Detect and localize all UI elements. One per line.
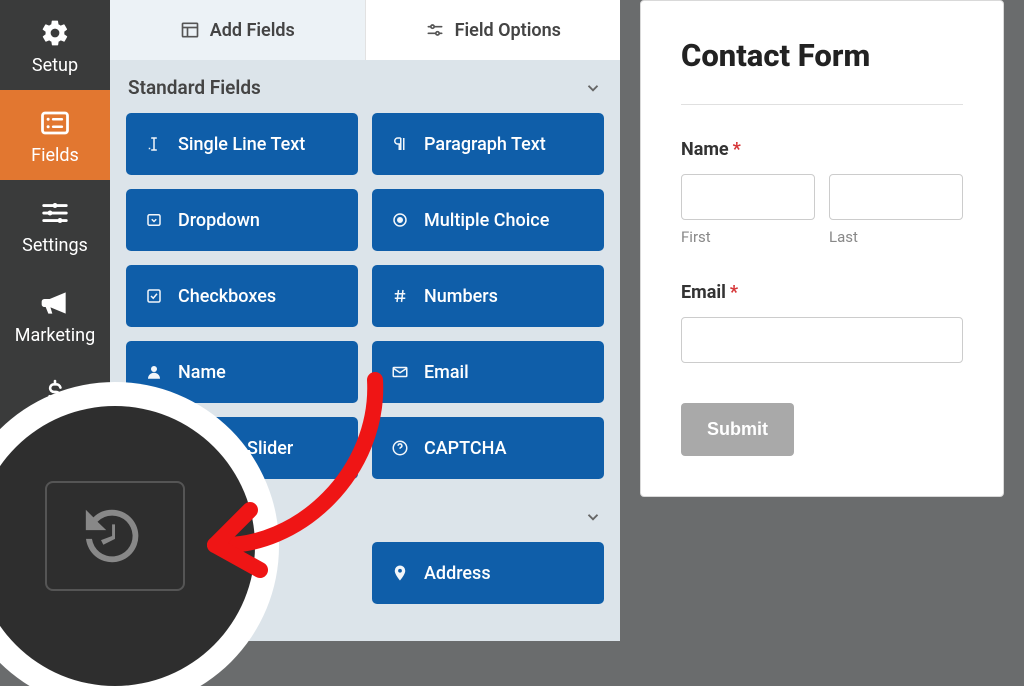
map-pin-icon [390,563,410,583]
hash-icon [390,286,410,306]
field-email[interactable]: Email [372,341,604,403]
field-label: Name [178,362,226,383]
required-mark: * [730,282,738,303]
field-label: Multiple Choice [424,210,549,231]
submit-button[interactable]: Submit [681,403,794,456]
sidebar-item-marketing[interactable]: Marketing [0,270,110,360]
field-label: Address [424,563,491,584]
field-multiple-choice[interactable]: Multiple Choice [372,189,604,251]
sidebar-item-setup[interactable]: Setup [0,0,110,90]
required-mark: * [733,139,741,160]
section-title: Standard Fields [128,76,261,99]
tab-label: Add Fields [210,20,295,41]
panel-tabs: Add Fields Field Options [110,0,620,60]
email-label: Email* [681,282,963,303]
tab-add-fields[interactable]: Add Fields [110,0,366,60]
sidebar-item-label: Marketing [15,325,95,346]
tab-label: Field Options [455,20,561,41]
email-input[interactable] [681,317,963,363]
field-address[interactable]: Address [372,542,604,604]
chevron-down-icon [584,508,602,526]
checkbox-icon [144,286,164,306]
text-cursor-icon [144,134,164,154]
megaphone-icon [39,287,71,319]
question-circle-icon [390,438,410,458]
field-checkboxes[interactable]: Checkboxes [126,265,358,327]
sidebar-item-label: Settings [22,235,88,256]
field-label: Dropdown [178,210,260,231]
field-label: CAPTCHA [424,438,507,459]
field-label: Single Line Text [178,134,305,155]
field-captcha[interactable]: CAPTCHA [372,417,604,479]
dollar-icon [39,377,71,409]
form-preview: Contact Form Name* First Last Email* Sub… [620,0,1024,641]
tab-field-options[interactable]: Field Options [366,0,621,60]
field-label: Checkboxes [178,286,276,307]
section-standard-fields[interactable]: Standard Fields [120,60,610,113]
paragraph-icon [390,134,410,154]
last-name-input[interactable] [829,174,963,220]
history-icon [80,501,150,571]
list-icon [39,107,71,139]
gear-icon [39,17,71,49]
sidebar-item-fields[interactable]: Fields [0,90,110,180]
field-numbers[interactable]: Numbers [372,265,604,327]
divider [681,104,963,105]
radio-icon [390,210,410,230]
envelope-icon [390,362,410,382]
field-single-line-text[interactable]: Single Line Text [126,113,358,175]
sidebar-item-settings[interactable]: Settings [0,180,110,270]
sidebar-item-label: Setup [32,55,78,76]
revisions-button[interactable] [45,481,185,591]
chevron-down-icon [584,79,602,97]
sidebar-item-label: Fields [31,145,79,166]
layout-icon [180,20,200,40]
first-name-input[interactable] [681,174,815,220]
field-paragraph-text[interactable]: Paragraph Text [372,113,604,175]
field-label: Email [424,362,469,383]
form-card: Contact Form Name* First Last Email* Sub… [640,0,1004,497]
dropdown-icon [144,210,164,230]
field-label: Numbers [424,286,498,307]
field-name[interactable]: Name [126,341,358,403]
name-label: Name* [681,139,963,160]
field-dropdown[interactable]: Dropdown [126,189,358,251]
sliders-icon [39,197,71,229]
field-label: Paragraph Text [424,134,546,155]
form-title: Contact Form [681,37,963,74]
options-icon [425,20,445,40]
standard-fields-grid: Single Line Text Paragraph Text Dropdown… [120,113,610,479]
last-sublabel: Last [829,228,963,246]
first-sublabel: First [681,228,815,246]
user-icon [144,362,164,382]
